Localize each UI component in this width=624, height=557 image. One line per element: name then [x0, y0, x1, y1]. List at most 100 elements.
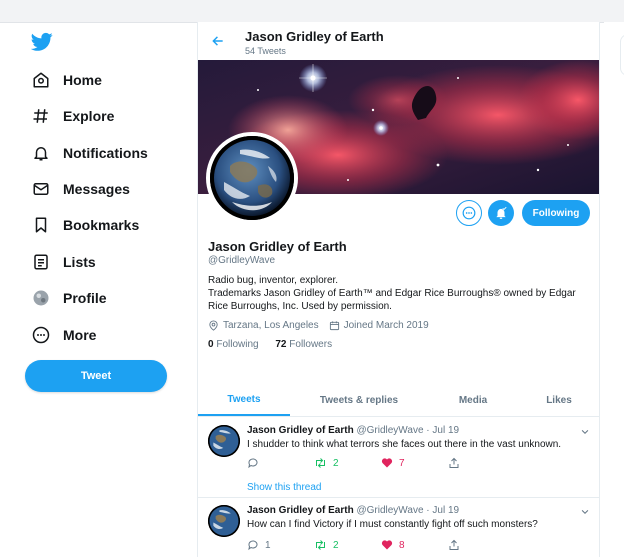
followers-stat[interactable]: 72 Followers — [275, 339, 332, 350]
following-button[interactable]: Following — [522, 200, 590, 226]
ellipsis-icon — [462, 206, 476, 220]
tweet-actions: 1 2 8 — [247, 539, 515, 551]
retweet-action[interactable]: 2 — [314, 457, 381, 469]
profile-tabs: Tweets Tweets & replies Media Likes — [198, 384, 599, 417]
tweet-date[interactable]: · Jul 19 — [426, 425, 459, 436]
profile-header-bar: Jason Gridley of Earth 54 Tweets — [198, 22, 599, 60]
notifications-on-button[interactable] — [488, 200, 514, 226]
nav-item-notifications[interactable]: Notifications — [30, 139, 148, 167]
tweet-text: I shudder to think what terrors she face… — [247, 439, 562, 450]
tweet-avatar[interactable] — [208, 505, 240, 537]
share-action[interactable] — [448, 539, 515, 551]
nav-item-profile[interactable]: Profile — [30, 284, 107, 312]
reply-action[interactable] — [247, 457, 314, 469]
nav-label-explore: Explore — [63, 108, 115, 124]
like-action[interactable]: 7 — [381, 457, 448, 469]
share-icon — [449, 539, 459, 550]
retweet-count: 2 — [333, 457, 339, 469]
share-action[interactable] — [448, 457, 515, 469]
more-circle-icon — [30, 324, 52, 346]
envelope-icon — [30, 178, 52, 200]
back-arrow-icon[interactable] — [211, 34, 225, 48]
tweet-author-handle: @GridleyWave — [356, 505, 424, 516]
like-count: 8 — [399, 539, 405, 551]
profile-column: Jason Gridley of Earth 54 Tweets Followi… — [197, 22, 600, 557]
bell-check-icon — [496, 206, 507, 219]
tweet-author-name[interactable]: Jason Gridley of Earth — [247, 425, 354, 436]
profile-avatar[interactable] — [206, 132, 298, 224]
nav-label-lists: Lists — [63, 254, 96, 270]
chevron-down-icon[interactable] — [580, 507, 590, 517]
heart-icon — [381, 458, 393, 468]
tweet-author-name[interactable]: Jason Gridley of Earth — [247, 505, 354, 516]
twitter-logo-icon[interactable] — [31, 32, 53, 52]
nav-label-messages: Messages — [63, 181, 130, 197]
tweet-actions: 2 7 — [247, 457, 515, 469]
heart-icon — [381, 540, 393, 550]
home-icon — [30, 69, 52, 91]
tweet-text: How can I find Victory if I must constan… — [247, 519, 538, 530]
nav-item-home[interactable]: Home — [30, 66, 102, 94]
retweet-icon — [316, 540, 325, 550]
tab-tweets[interactable]: Tweets — [198, 384, 290, 416]
profile-location: Tarzana, Los Angeles — [223, 320, 319, 331]
profile-meta: Tarzana, Los Angeles Joined March 2019 — [208, 320, 439, 331]
location-pin-icon — [209, 320, 218, 331]
nav-label-notifications: Notifications — [63, 145, 148, 161]
followers-count: 72 — [275, 339, 287, 350]
tweet-item[interactable]: Jason Gridley of Earth @GridleyWave · Ju… — [198, 417, 599, 498]
following-label: Following — [216, 339, 259, 350]
following-stat[interactable]: 0 Following — [208, 339, 259, 350]
profile-bio: Radio bug, inventor, explorer. Trademark… — [208, 274, 598, 313]
tweet-avatar[interactable] — [208, 425, 240, 457]
share-icon — [449, 457, 459, 468]
reply-icon — [248, 458, 258, 469]
show-thread-link[interactable]: Show this thread — [247, 482, 322, 493]
followers-label: Followers — [289, 339, 333, 350]
tweet-header: Jason Gridley of Earth @GridleyWave · Ju… — [247, 505, 459, 516]
retweet-count: 2 — [333, 539, 339, 551]
bio-line-1: Radio bug, inventor, explorer. — [208, 275, 339, 286]
search-box-edge[interactable] — [620, 34, 624, 76]
retweet-icon — [316, 458, 325, 468]
profile-joined: Joined March 2019 — [343, 320, 429, 331]
tweet-author-handle: @GridleyWave — [356, 425, 424, 436]
nav-item-more[interactable]: More — [30, 321, 96, 349]
tab-tweets-and-replies[interactable]: Tweets & replies — [298, 384, 420, 416]
chevron-down-icon[interactable] — [580, 427, 590, 437]
sidebar-nav: Home Explore Notifications Messages Book… — [0, 22, 197, 557]
tweet-item[interactable]: Jason Gridley of Earth @GridleyWave · Ju… — [198, 497, 599, 557]
tweet-header: Jason Gridley of Earth @GridleyWave · Ju… — [247, 425, 459, 436]
nav-label-more: More — [63, 327, 97, 343]
nav-item-bookmarks[interactable]: Bookmarks — [30, 211, 139, 239]
browser-top-bar — [0, 0, 624, 23]
profile-name: Jason Gridley of Earth — [208, 239, 347, 254]
more-options-button[interactable] — [456, 200, 482, 226]
like-action[interactable]: 8 — [381, 539, 448, 551]
nav-label-bookmarks: Bookmarks — [63, 217, 140, 233]
like-count: 7 — [399, 457, 405, 469]
reply-count: 1 — [265, 539, 271, 551]
tab-likes[interactable]: Likes — [520, 384, 598, 416]
nav-label-home: Home — [63, 72, 102, 88]
profile-follow-stats: 0 Following 72 Followers — [208, 339, 332, 350]
bookmark-icon — [30, 214, 52, 236]
right-column-edge — [604, 22, 624, 557]
reply-action[interactable]: 1 — [247, 539, 314, 551]
retweet-action[interactable]: 2 — [314, 539, 381, 551]
nav-item-messages[interactable]: Messages — [30, 175, 130, 203]
bio-line-2: Trademarks Jason Gridley of Earth™ and E… — [208, 288, 576, 312]
tab-media[interactable]: Media — [434, 384, 512, 416]
profile-handle: @GridleyWave — [208, 255, 276, 266]
nav-label-profile: Profile — [63, 290, 107, 306]
tweet-button[interactable]: Tweet — [25, 360, 167, 392]
nav-item-lists[interactable]: Lists — [30, 248, 96, 276]
following-count: 0 — [208, 339, 214, 350]
bell-icon — [30, 142, 52, 164]
reply-icon — [248, 540, 258, 551]
hashtag-icon — [30, 105, 52, 127]
tweet-date[interactable]: · Jul 19 — [426, 505, 459, 516]
nav-item-explore[interactable]: Explore — [30, 102, 114, 130]
header-tweet-count: 54 Tweets — [245, 46, 286, 56]
header-name: Jason Gridley of Earth — [245, 29, 384, 44]
